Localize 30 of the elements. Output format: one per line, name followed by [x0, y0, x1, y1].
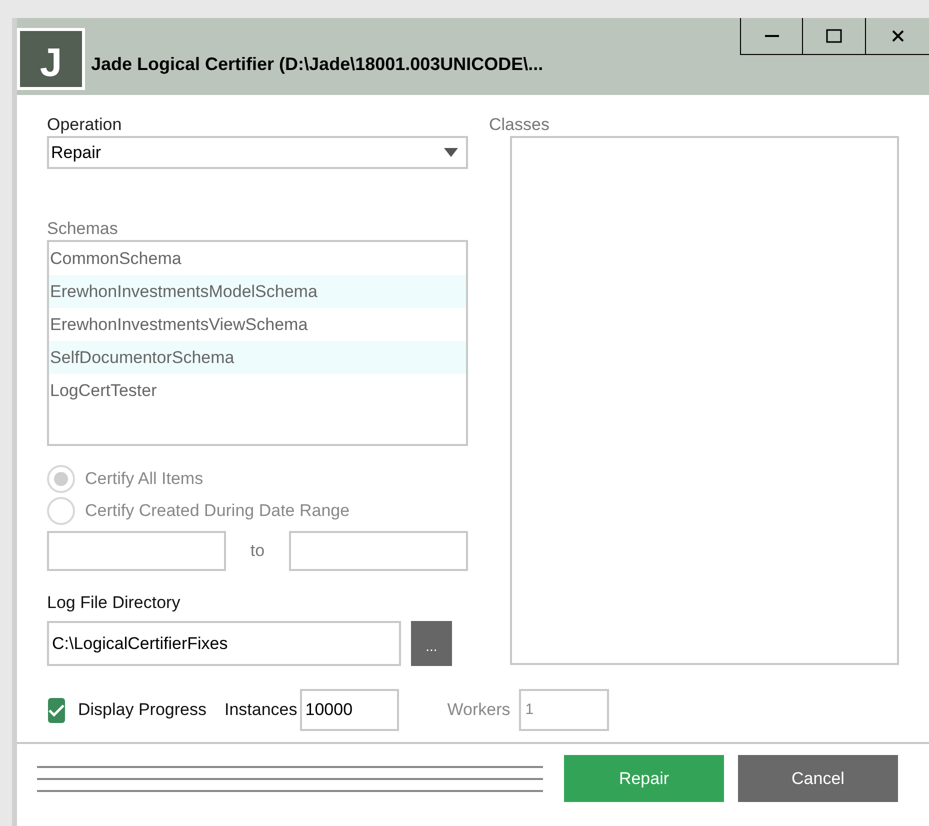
browse-button[interactable]: ...: [411, 621, 452, 666]
operation-dropdown[interactable]: Repair: [47, 136, 468, 169]
repair-button[interactable]: Repair: [564, 755, 724, 802]
dropdown-caret-icon: [444, 148, 458, 157]
cancel-button[interactable]: Cancel: [738, 755, 898, 802]
log-directory-label: Log File Directory: [47, 593, 182, 613]
radio-label: Certify All Items: [85, 468, 204, 490]
maximize-button[interactable]: [803, 18, 866, 55]
app-icon: J: [17, 28, 85, 90]
start-date-field[interactable]: [47, 531, 226, 571]
schema-list-item[interactable]: SelfDocumentorSchema: [49, 341, 466, 374]
operation-label: Operation: [47, 115, 123, 135]
workers-label: Workers: [447, 699, 510, 722]
display-progress-label: Display Progress: [78, 699, 206, 722]
date-separator: to: [249, 540, 266, 562]
log-directory-field[interactable]: C:\LogicalCertifierFixes: [47, 621, 401, 666]
window-title: Jade Logical Certifier (D:\Jade\18001.003UNICODE\...: [91, 53, 544, 76]
close-icon: [892, 30, 904, 42]
end-date-field[interactable]: [289, 531, 468, 571]
display-progress-checkbox[interactable]: [48, 698, 65, 722]
maximize-icon: [826, 29, 842, 43]
classes-label: Classes: [489, 115, 550, 135]
schema-list-item[interactable]: ErewhonInvestmentsModelSchema: [49, 275, 466, 308]
instances-field[interactable]: 10000: [300, 689, 400, 731]
minimize-icon: [764, 35, 778, 37]
radio-label: Certify Created During Date Range: [85, 500, 350, 522]
dropdown-value: Repair: [51, 142, 102, 164]
instances-label: Instances: [224, 699, 298, 722]
schemas-label: Schemas: [47, 219, 119, 239]
minimize-button[interactable]: [740, 18, 803, 55]
